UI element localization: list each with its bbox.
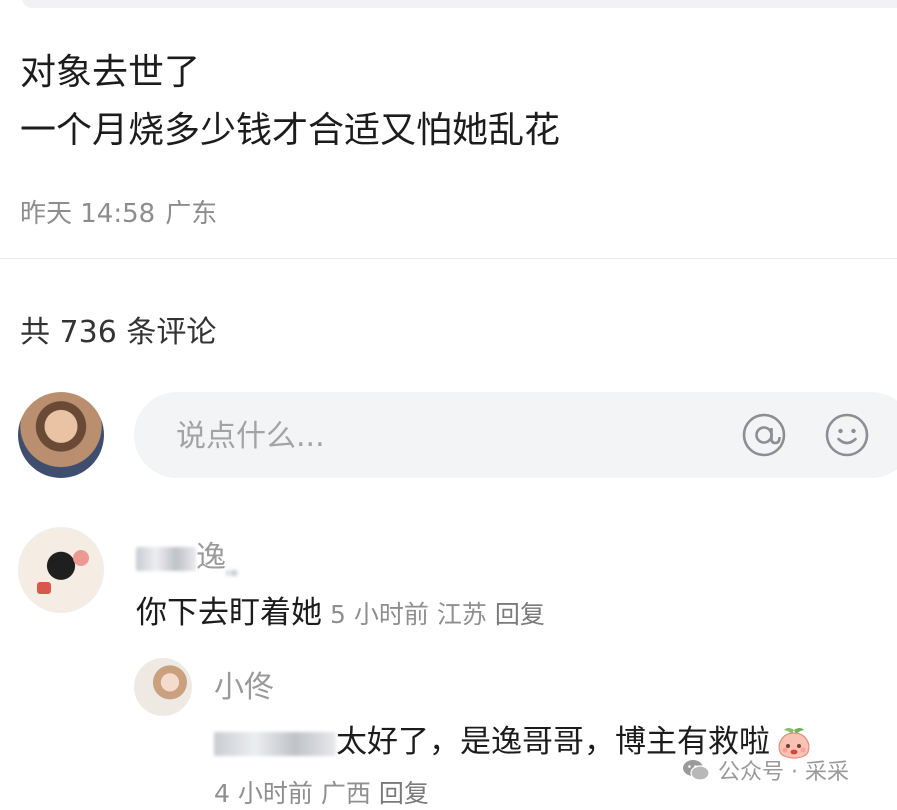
reply-button[interactable]: 回复: [379, 779, 429, 808]
at-icon[interactable]: [741, 412, 787, 458]
commenter-username[interactable]: 逸: [136, 532, 238, 576]
reply-button[interactable]: 回复: [495, 600, 545, 629]
post-time: 昨天 14:58: [20, 199, 156, 229]
comment-count: 共 736 条评论: [20, 315, 217, 350]
comment-meta: 5 小时前 江苏 回复: [330, 600, 553, 629]
reply-location: 广西: [320, 779, 371, 808]
watermark: 公众号 · 采采: [682, 754, 849, 786]
reply-username[interactable]: 小佟: [214, 662, 274, 706]
comment-location: 江苏: [436, 600, 487, 629]
blurred-username-part: [226, 570, 238, 576]
smiley-icon[interactable]: [824, 412, 870, 458]
comment-time: 5 小时前: [330, 600, 429, 629]
reply-avatar[interactable]: [134, 658, 192, 716]
reply-meta: 4 小时前 广西 回复: [214, 774, 437, 810]
watermark-text: 公众号 · 采采: [718, 760, 849, 785]
section-divider: [0, 258, 897, 259]
blurred-username-part: [136, 546, 196, 571]
post-content: 对象去世了 一个月烧多少钱才合适又怕她乱花: [20, 44, 560, 160]
comment-input[interactable]: [174, 413, 698, 459]
post-line-1: 对象去世了: [20, 52, 201, 93]
top-card-edge: [22, 0, 897, 8]
comment-text: 你下去盯着她: [136, 595, 322, 631]
post-line-2: 一个月烧多少钱才合适又怕她乱花: [20, 110, 561, 151]
post-location: 广东: [165, 199, 218, 229]
wechat-icon: [683, 760, 710, 781]
comment-input-box[interactable]: [134, 392, 897, 478]
reply-time: 4 小时前: [214, 779, 313, 808]
commenter-avatar[interactable]: [18, 527, 104, 613]
my-avatar[interactable]: [18, 392, 104, 478]
post-meta: 昨天 14:58 广东: [20, 193, 227, 230]
blurred-reply-part: [214, 731, 336, 756]
comment-item: 你下去盯着她 5 小时前 江苏 回复: [136, 587, 553, 632]
